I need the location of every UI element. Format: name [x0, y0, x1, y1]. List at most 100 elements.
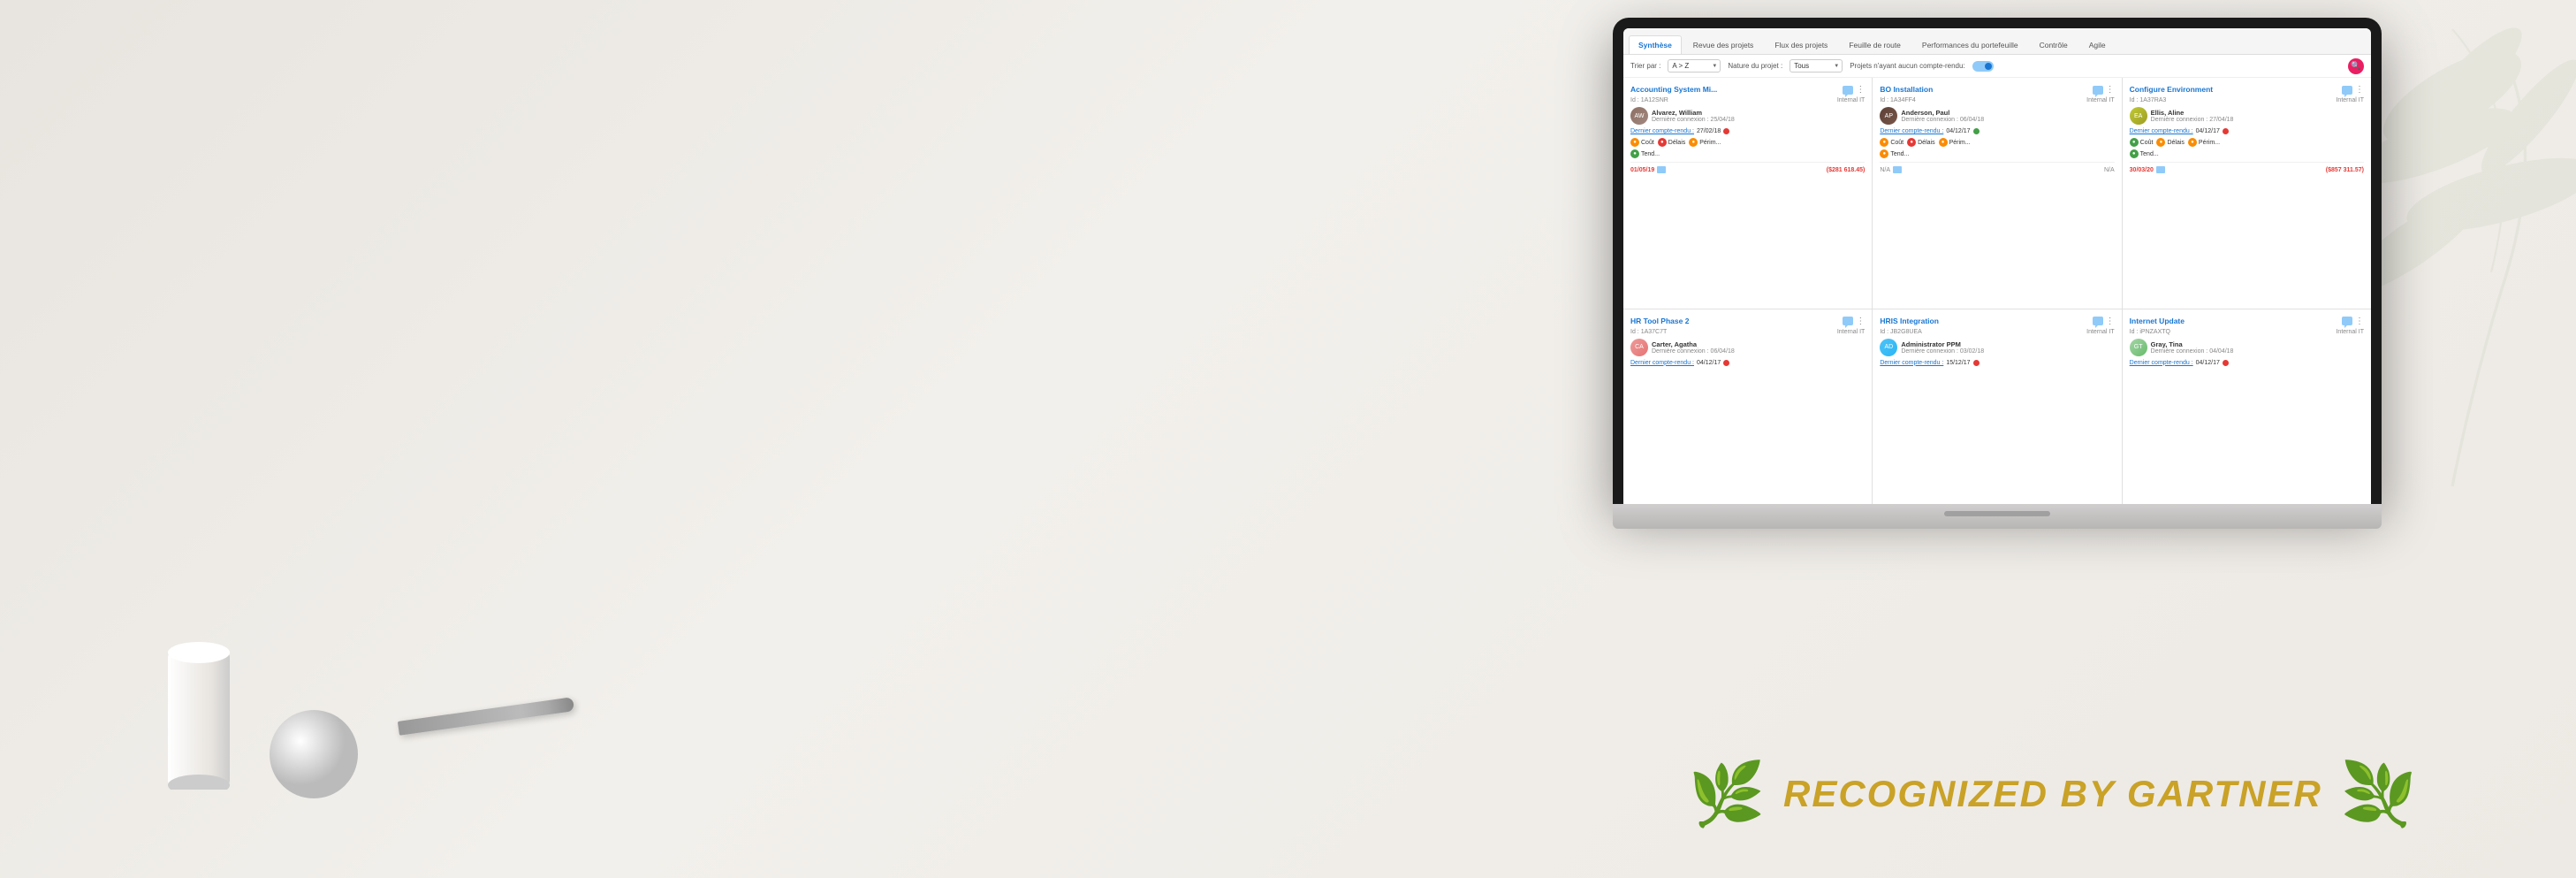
card-1-chat-icon[interactable] — [1843, 86, 1853, 95]
nature-select-wrapper: Tous Interne Externe — [1790, 59, 1843, 73]
card-1-more-icon[interactable]: ⋮ — [1856, 85, 1865, 95]
tend-indicator: ● — [1630, 149, 1639, 158]
card-1-report-label[interactable]: Dernier compte-rendu : — [1630, 128, 1694, 134]
deco-cylinder — [163, 635, 234, 790]
perim-indicator: ● — [1689, 138, 1698, 147]
app-ui: Synthèse Revue des projets Flux des proj… — [1623, 28, 2371, 504]
card-3-report-label[interactable]: Dernier compte-rendu : — [2130, 128, 2193, 134]
card-2-date: N/A — [1880, 167, 1890, 173]
project-card-1: Accounting System Mi... ⋮ Id : 1A12SNR I… — [1623, 78, 1872, 309]
card-5-title: HRIS Integration — [1880, 317, 2088, 325]
cost-indicator-3: ● — [2130, 138, 2139, 147]
search-button[interactable]: 🔍 — [2348, 58, 2364, 74]
card-3-date: 30/03/20 — [2130, 167, 2154, 173]
card-3-report-date: 04/12/17 — [2196, 128, 2220, 134]
card-3-username: Ellis, Aline — [2151, 109, 2364, 117]
delay-indicator-2: ● — [1907, 138, 1916, 147]
card-6-username: Gray, Tina — [2151, 340, 2364, 348]
card-1-id: Id : 1A12SNR — [1630, 97, 1668, 103]
card-4-report-label[interactable]: Dernier compte-rendu : — [1630, 360, 1694, 366]
project-card-6: Internet Update ⋮ Id : iPNZAXTQ Internal… — [2123, 309, 2371, 505]
card-2-chat-icon[interactable] — [2093, 86, 2103, 95]
laptop-base — [1613, 504, 2382, 529]
card-3-dept: Internal IT — [2336, 97, 2364, 103]
card-2-report-date: 04/12/17 — [1946, 128, 1970, 134]
card-1-status-row: ●Coût ●Délais ●Périm... — [1630, 138, 1865, 147]
card-3-more-icon[interactable]: ⋮ — [2355, 85, 2364, 95]
tabs-bar: Synthèse Revue des projets Flux des proj… — [1623, 28, 2371, 55]
card-4-more-icon[interactable]: ⋮ — [1856, 317, 1865, 326]
tab-performances[interactable]: Performances du portefeuille — [1912, 35, 2028, 54]
card-1-title: Accounting System Mi... — [1630, 85, 1839, 94]
laurel-right-icon: 🌿 — [2340, 763, 2417, 825]
delay-indicator-3: ● — [2156, 138, 2165, 147]
sort-select[interactable]: A > Z Z > A Date — [1668, 59, 1721, 73]
tab-revue-projets[interactable]: Revue des projets — [1683, 35, 1764, 54]
app-screen: Synthèse Revue des projets Flux des proj… — [1623, 28, 2371, 504]
card-5-chat-icon[interactable] — [2093, 317, 2103, 325]
nature-label: Nature du projet : — [1728, 62, 1782, 70]
card-5-report-label[interactable]: Dernier compte-rendu : — [1880, 360, 1943, 366]
card-2-last-login: Dernière connexion : 06/04/18 — [1901, 117, 2114, 123]
card-6-dept: Internal IT — [2336, 329, 2364, 335]
card-1-report-indicator — [1723, 128, 1729, 134]
card-4-chat-icon[interactable] — [1843, 317, 1853, 325]
deco-sphere — [265, 706, 362, 803]
project-card-4: HR Tool Phase 2 ⋮ Id : 1A37C7T Internal … — [1623, 309, 1872, 505]
card-2-more-icon[interactable]: ⋮ — [2106, 85, 2115, 95]
card-2-report-indicator — [1973, 128, 1979, 134]
tab-controle[interactable]: Contrôle — [2030, 35, 2078, 54]
card-2-budget: N/A — [2104, 167, 2115, 173]
card-3-chat-icon[interactable] — [2342, 86, 2352, 95]
no-report-toggle[interactable] — [1972, 61, 1994, 72]
card-5-dept: Internal IT — [2086, 329, 2115, 335]
tab-feuille-route[interactable]: Feuille de route — [1839, 35, 1911, 54]
card-6-id: Id : iPNZAXTQ — [2130, 329, 2170, 335]
project-card-2: BO Installation ⋮ Id : 1A34FF4 Internal … — [1873, 78, 2121, 309]
card-2-status-row: ●Coût ●Délais ●Périm... — [1880, 138, 2114, 147]
card-6-more-icon[interactable]: ⋮ — [2355, 317, 2364, 326]
card-3-report-indicator — [2223, 128, 2229, 134]
card-4-report-indicator — [1723, 360, 1729, 366]
gartner-text: RECOGNIZED BY GARTNER — [1783, 773, 2322, 815]
card-2-dept: Internal IT — [2086, 97, 2115, 103]
card-4-avatar: CA — [1630, 339, 1648, 356]
card-5-more-icon[interactable]: ⋮ — [2106, 317, 2115, 326]
tab-agile[interactable]: Agile — [2079, 35, 2116, 54]
nature-select[interactable]: Tous Interne Externe — [1790, 59, 1843, 73]
card-4-last-login: Dernière connexion : 06/04/18 — [1652, 348, 1865, 355]
card-3-id: Id : 1A37RA3 — [2130, 97, 2167, 103]
gartner-section: 🌿 RECOGNIZED BY GARTNER 🌿 — [1689, 763, 2417, 825]
card-1-report-date: 27/02/18 — [1697, 128, 1721, 134]
card-6-avatar: GT — [2130, 339, 2147, 356]
card-6-report-date: 04/12/17 — [2196, 360, 2220, 366]
perim-indicator-3: ● — [2188, 138, 2197, 147]
card-3-date-icon — [2156, 166, 2165, 173]
laurel-left-icon: 🌿 — [1689, 763, 1766, 825]
card-3-avatar: EA — [2130, 107, 2147, 125]
card-4-id: Id : 1A37C7T — [1630, 329, 1667, 335]
sort-select-wrapper: A > Z Z > A Date — [1668, 59, 1721, 73]
cards-grid: Accounting System Mi... ⋮ Id : 1A12SNR I… — [1623, 78, 2371, 504]
tab-synthese[interactable]: Synthèse — [1629, 35, 1682, 54]
laptop: Synthèse Revue des projets Flux des proj… — [1613, 18, 2382, 548]
cost-indicator: ● — [1630, 138, 1639, 147]
card-2-report-label[interactable]: Dernier compte-rendu : — [1880, 128, 1943, 134]
card-6-title: Internet Update — [2130, 317, 2338, 325]
card-5-last-login: Dernière connexion : 03/02/18 — [1901, 348, 2114, 355]
card-6-chat-icon[interactable] — [2342, 317, 2352, 325]
perim-indicator-2: ● — [1939, 138, 1948, 147]
card-1-avatar: AW — [1630, 107, 1648, 125]
card-4-dept: Internal IT — [1837, 329, 1866, 335]
tend-indicator-3: ● — [2130, 149, 2139, 158]
tab-flux-projets[interactable]: Flux des projets — [1765, 35, 1837, 54]
card-6-report-indicator — [2223, 360, 2229, 366]
card-1-username: Alvarez, William — [1652, 109, 1865, 117]
card-1-date-icon — [1657, 166, 1666, 173]
card-4-title: HR Tool Phase 2 — [1630, 317, 1839, 325]
card-3-status-row: ●Coût ●Délais ●Périm... — [2130, 138, 2364, 147]
card-5-id: Id : JB2G8UEA — [1880, 329, 1921, 335]
card-1-budget: ($281 618.45) — [1827, 167, 1866, 173]
sort-label: Trier par : — [1630, 62, 1660, 70]
card-6-report-label[interactable]: Dernier compte-rendu : — [2130, 360, 2193, 366]
